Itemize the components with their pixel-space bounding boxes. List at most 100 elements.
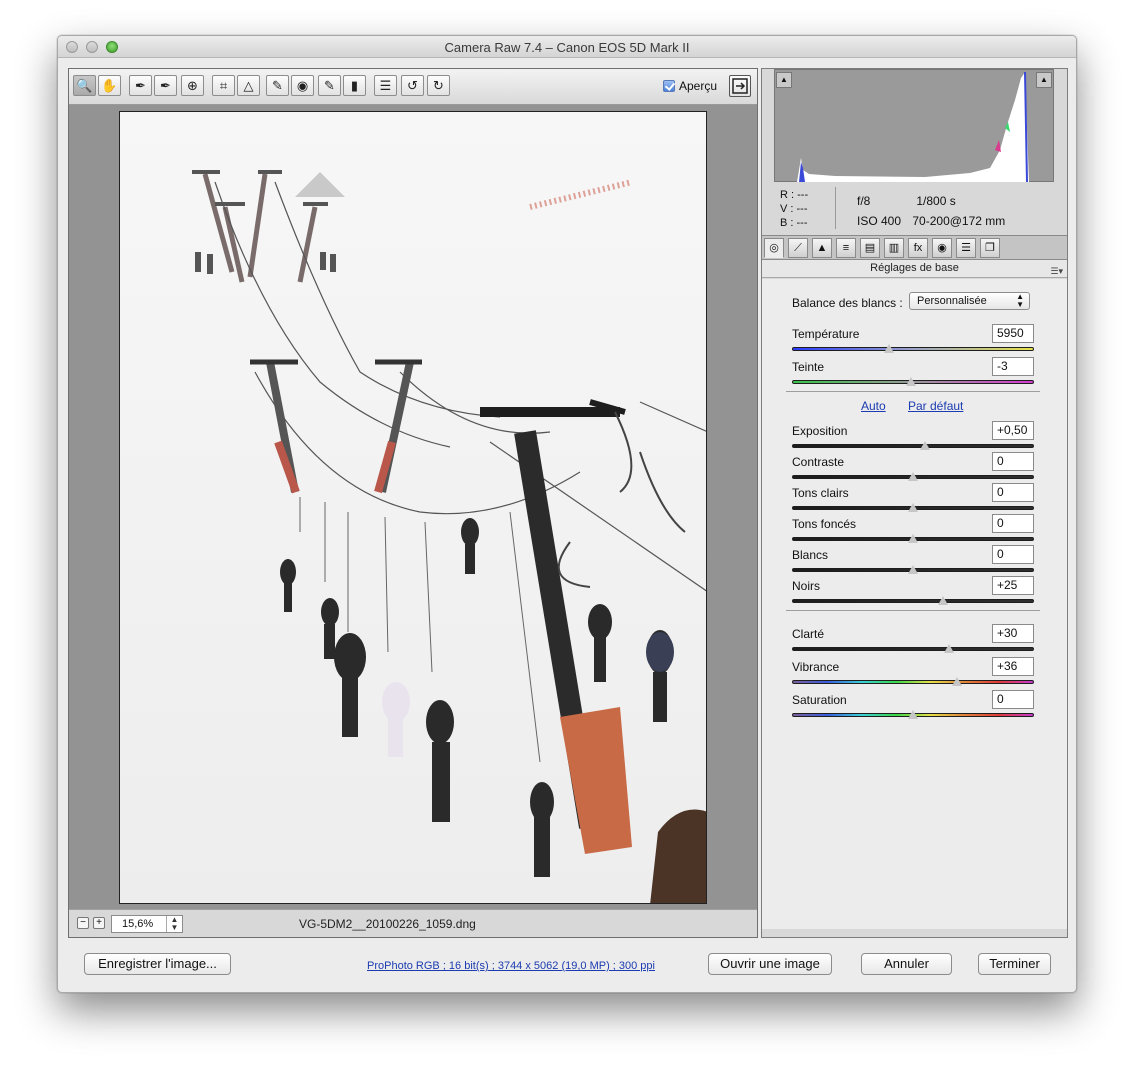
spot-removal-tool-button[interactable]: ✎ — [266, 75, 289, 96]
window-title: Camera Raw 7.4 – Canon EOS 5D Mark II — [444, 40, 690, 55]
tint-slider-thumb[interactable] — [905, 377, 916, 386]
clarity-slider-track[interactable] — [792, 647, 1034, 651]
contrast-value-field[interactable]: 0 — [992, 452, 1034, 471]
zoom-out-button[interactable]: − — [77, 917, 89, 929]
white-balance-tool-button[interactable]: ✒ — [129, 75, 152, 96]
lens-value: 70-200@172 mm — [912, 214, 1006, 228]
shadows-slider-row: Tons foncés 0 — [792, 514, 1034, 547]
preview-check-icon[interactable] — [663, 80, 675, 92]
v-value: --- — [796, 203, 808, 215]
done-button[interactable]: Terminer — [978, 953, 1051, 975]
exposure-slider-thumb[interactable] — [920, 441, 931, 450]
blacks-value-field[interactable]: +25 — [992, 576, 1034, 595]
shadow-clipping-warning-button[interactable]: ▲ — [776, 72, 792, 88]
split-toning-tab[interactable]: ▤ — [860, 238, 880, 258]
temperature-slider-thumb[interactable] — [883, 344, 894, 353]
tone-curve-tab[interactable]: ⟋ — [788, 238, 808, 258]
shadows-value-field[interactable]: 0 — [992, 514, 1034, 533]
snapshots-tab[interactable]: ❐ — [980, 238, 1000, 258]
rotate-ccw-tool-button[interactable]: ↺ — [401, 75, 424, 96]
hand-tool-button[interactable]: ✋ — [98, 75, 121, 96]
zoom-tool-button[interactable]: 🔍 — [73, 75, 96, 96]
exposure-value-field[interactable]: +0,50 — [992, 421, 1034, 440]
r-label: R : — [780, 189, 795, 201]
temperature-slider-track[interactable] — [792, 347, 1034, 351]
zoom-icon: 🔍 — [76, 78, 93, 93]
temperature-value-field[interactable]: 5950 — [992, 324, 1034, 343]
image-preview[interactable] — [119, 111, 707, 904]
graduated-filter-tool-button[interactable]: ▮ — [343, 75, 366, 96]
vibrance-value-field[interactable]: +36 — [992, 657, 1034, 676]
presets-tab[interactable]: ☰ — [956, 238, 976, 258]
lens-corrections-tab[interactable]: ▥ — [884, 238, 904, 258]
highlight-clipping-warning-button[interactable]: ▲ — [1036, 72, 1052, 88]
vibrance-slider-track[interactable] — [792, 680, 1034, 684]
title-bar[interactable]: Camera Raw 7.4 – Canon EOS 5D Mark II — [58, 36, 1076, 58]
camera-calibration-tab[interactable]: ◉ — [932, 238, 952, 258]
white-balance-select[interactable]: Personnalisée ▲ ▼ — [909, 292, 1030, 310]
clarity-slider-thumb[interactable] — [944, 644, 955, 653]
panel-menu-icon[interactable]: ☰▾ — [1050, 263, 1063, 280]
separator — [786, 391, 1040, 392]
section-title: Réglages de base ☰▾ — [762, 260, 1067, 278]
shadows-slider-thumb[interactable] — [908, 534, 918, 543]
detail-tab[interactable]: ▲ — [812, 238, 832, 258]
whites-slider-thumb[interactable] — [908, 565, 918, 574]
color-sampler-tool-button[interactable]: ✒ — [154, 75, 177, 96]
rotate-cw-tool-button[interactable]: ↻ — [427, 75, 450, 96]
rgb-readout: R : --- V : --- B : --- — [780, 189, 808, 231]
target-adjust-tool-button[interactable]: ⊕ — [181, 75, 204, 96]
red-eye-tool-button[interactable]: ◉ — [291, 75, 314, 96]
clarity-value-field[interactable]: +30 — [992, 624, 1034, 643]
target-adjust-icon: ⊕ — [187, 78, 198, 93]
straighten-tool-button[interactable]: △ — [237, 75, 260, 96]
whites-value-field[interactable]: 0 — [992, 545, 1034, 564]
section-title-text: Réglages de base — [870, 262, 959, 274]
exposure-slider-row: Exposition +0,50 — [792, 421, 1034, 454]
separator — [786, 610, 1040, 611]
workflow-options-link[interactable]: ProPhoto RGB ; 16 bit(s) ; 3744 x 5062 (… — [367, 960, 655, 972]
saturation-slider-thumb[interactable] — [908, 710, 918, 719]
panel-tabs: ◎ ⟋ ▲ ≡ ▤ ▥ fx ◉ ☰ ❐ — [762, 235, 1067, 260]
zoom-in-button[interactable]: + — [93, 917, 105, 929]
red-eye-icon: ◉ — [296, 78, 309, 93]
zoom-stepper-icon[interactable]: ▲ ▼ — [166, 916, 182, 932]
basic-tab[interactable]: ◎ — [764, 238, 784, 258]
status-bar: − + 15,6% ▲ ▼ VG-5DM2__20100226_1059.dng — [69, 909, 757, 937]
crop-tool-button[interactable]: ⌗ — [212, 75, 235, 96]
auto-link[interactable]: Auto — [861, 399, 886, 413]
preview-checkbox[interactable]: Aperçu — [663, 79, 717, 93]
tint-slider-row: Teinte -3 — [792, 357, 1034, 390]
effects-icon: fx — [913, 242, 923, 254]
contrast-label: Contraste — [792, 455, 845, 469]
effects-tab[interactable]: fx — [908, 238, 928, 258]
highlights-value-field[interactable]: 0 — [992, 483, 1034, 502]
exif-info: f/8 1/800 s ISO 400 70-200@172 mm — [857, 191, 1005, 231]
hsl-tab[interactable]: ≡ — [836, 238, 856, 258]
zoom-level-select[interactable]: 15,6% ▲ ▼ — [111, 915, 183, 933]
contrast-slider-thumb[interactable] — [908, 472, 918, 481]
camera-raw-window: Camera Raw 7.4 – Canon EOS 5D Mark II Ap… — [57, 35, 1077, 993]
saturation-value-field[interactable]: 0 — [992, 690, 1034, 709]
blacks-slider-thumb[interactable] — [938, 596, 949, 605]
save-image-button[interactable]: Enregistrer l'image... — [84, 953, 231, 975]
vibrance-slider-thumb[interactable] — [951, 677, 962, 686]
white-balance-value: Personnalisée — [917, 295, 987, 307]
exposure-slider-track[interactable] — [792, 444, 1034, 448]
highlights-slider-thumb[interactable] — [908, 503, 918, 512]
spot-removal-icon: ✎ — [272, 78, 283, 93]
tint-value-field[interactable]: -3 — [992, 357, 1034, 376]
default-link[interactable]: Par défaut — [908, 399, 963, 413]
select-arrows-icon: ▲ ▼ — [1016, 292, 1024, 309]
ski-lift-photo — [120, 112, 706, 903]
rotate-ccw-icon: ↺ — [407, 78, 418, 93]
preferences-tool-button[interactable]: ☰ — [374, 75, 397, 96]
preferences-icon: ☰ — [379, 78, 392, 93]
detail-icon: ▲ — [816, 242, 828, 254]
adjustment-brush-tool-button[interactable]: ✎ — [318, 75, 341, 96]
blacks-slider-track[interactable] — [792, 599, 1034, 603]
open-image-button[interactable]: Ouvrir une image — [708, 953, 832, 975]
fullscreen-button[interactable] — [729, 75, 751, 97]
straighten-icon: △ — [243, 78, 254, 93]
cancel-button[interactable]: Annuler — [861, 953, 952, 975]
